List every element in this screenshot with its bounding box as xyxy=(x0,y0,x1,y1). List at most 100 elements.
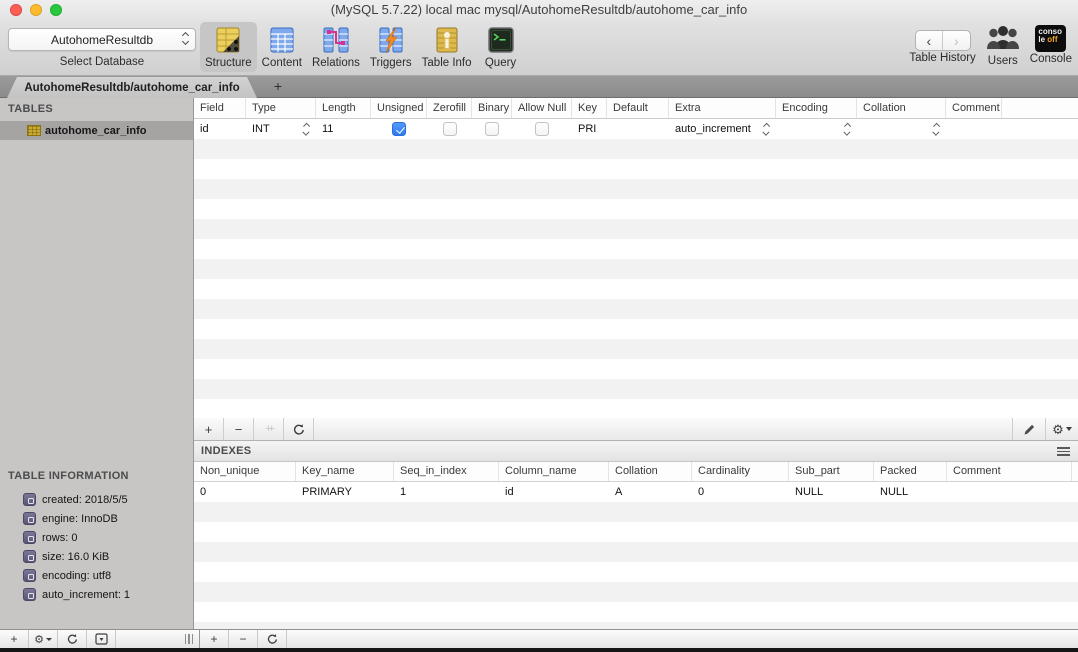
column-header-encoding[interactable]: Encoding xyxy=(776,98,857,118)
minimize-window-button[interactable] xyxy=(30,4,42,16)
sidebar: TABLES autohome_car_info TABLE INFORMATI… xyxy=(0,98,194,629)
field-length-cell[interactable]: 11 xyxy=(316,119,371,139)
allow-null-checkbox[interactable] xyxy=(535,122,549,136)
field-row-id[interactable]: id INT 11 PRI auto_increment xyxy=(194,119,1078,139)
users-button[interactable]: Users xyxy=(986,22,1020,67)
zoom-window-button[interactable] xyxy=(50,4,62,16)
hamburger-icon[interactable] xyxy=(1057,447,1070,458)
column-header-allow-null[interactable]: Allow Null xyxy=(512,98,572,118)
pencil-icon xyxy=(1024,424,1034,434)
unsigned-checkbox[interactable] xyxy=(392,122,406,136)
active-table-tab[interactable]: AutohomeResultdb/autohome_car_info xyxy=(7,77,257,98)
idx-header-key-name[interactable]: Key_name xyxy=(296,462,394,481)
zerofill-checkbox[interactable] xyxy=(442,122,457,136)
idx-packed-cell[interactable]: NULL xyxy=(874,482,947,502)
field-name-cell[interactable]: id xyxy=(194,119,246,139)
stepper-icon[interactable] xyxy=(302,122,309,136)
indexes-rows: 0 PRIMARY 1 id A 0 NULL NULL xyxy=(194,482,1078,629)
row-filler xyxy=(1002,119,1078,139)
field-type-cell[interactable]: INT xyxy=(246,119,316,139)
column-header-extra[interactable]: Extra xyxy=(669,98,776,118)
collation-cell[interactable] xyxy=(857,119,946,139)
close-window-button[interactable] xyxy=(10,4,22,16)
duplicate-field-button[interactable]: ++ xyxy=(254,418,284,440)
tab-table-info[interactable]: Table Info xyxy=(417,22,477,72)
history-forward-button[interactable]: › xyxy=(943,31,970,50)
column-header-collation[interactable]: Collation xyxy=(857,98,946,118)
idx-header-column-name[interactable]: Column_name xyxy=(499,462,609,481)
idx-non-unique-cell[interactable]: 0 xyxy=(194,482,296,502)
key-cell[interactable]: PRI xyxy=(572,119,607,139)
stepper-icon[interactable] xyxy=(762,122,769,136)
idx-key-name-cell[interactable]: PRIMARY xyxy=(296,482,394,502)
column-header-default[interactable]: Default xyxy=(607,98,669,118)
add-tab-button[interactable]: + xyxy=(268,76,288,97)
content-icon xyxy=(266,24,298,56)
idx-header-cardinality[interactable]: Cardinality xyxy=(692,462,789,481)
view-button-label: Content xyxy=(261,57,302,69)
column-header-field[interactable]: Field xyxy=(194,98,246,118)
history-back-button[interactable]: ‹ xyxy=(916,31,944,50)
comment-cell[interactable] xyxy=(946,119,1002,139)
tab-relations[interactable]: Relations xyxy=(307,22,365,72)
gear-icon: ⚙ xyxy=(1052,419,1072,440)
refresh-indexes-button[interactable] xyxy=(258,630,287,648)
encoding-cell[interactable] xyxy=(776,119,857,139)
tab-structure[interactable]: Structure xyxy=(200,22,257,72)
idx-header-collation[interactable]: Collation xyxy=(609,462,692,481)
column-header-key[interactable]: Key xyxy=(572,98,607,118)
view-buttons: Structure Content Relations Triggers Tab… xyxy=(200,22,525,72)
stepper-icon[interactable] xyxy=(932,122,939,136)
users-icon xyxy=(986,22,1020,54)
idx-collation-cell[interactable]: A xyxy=(609,482,692,502)
column-header-comment[interactable]: Comment xyxy=(946,98,1002,118)
column-header-unsigned[interactable]: Unsigned xyxy=(371,98,427,118)
view-button-label: Query xyxy=(484,57,517,69)
column-header-length[interactable]: Length xyxy=(316,98,371,118)
sidebar-resize-handle[interactable] xyxy=(184,634,193,644)
sidebar-item-autohome-car-info[interactable]: autohome_car_info xyxy=(0,121,193,140)
bottom-bar-sidebar: + ⚙ xyxy=(0,630,200,648)
idx-header-packed[interactable]: Packed xyxy=(874,462,947,481)
structure-toolbar: + − ++ ⚙ xyxy=(194,418,1078,441)
view-button-label: Structure xyxy=(205,57,252,69)
refresh-icon xyxy=(67,634,77,644)
console-button[interactable]: conso le off Console xyxy=(1030,22,1072,65)
toggle-console-button[interactable] xyxy=(87,630,116,648)
index-row-primary[interactable]: 0 PRIMARY 1 id A 0 NULL NULL xyxy=(194,482,1078,502)
table-actions-button[interactable]: ⚙ xyxy=(29,630,58,648)
console-panel-icon xyxy=(94,633,108,645)
refresh-fields-button[interactable] xyxy=(284,418,314,440)
column-header-type[interactable]: Type xyxy=(246,98,316,118)
idx-column-name-cell[interactable]: id xyxy=(499,482,609,502)
idx-header-comment[interactable]: Comment xyxy=(947,462,1072,481)
binary-checkbox[interactable] xyxy=(485,122,499,136)
idx-comment-cell[interactable] xyxy=(947,482,1072,502)
database-select[interactable]: AutohomeResultdb xyxy=(8,28,196,51)
field-options-button[interactable]: ⚙ xyxy=(1045,418,1078,440)
add-index-button[interactable]: + xyxy=(200,630,229,648)
default-cell[interactable] xyxy=(607,119,669,139)
tab-triggers[interactable]: Triggers xyxy=(365,22,417,72)
window-title: (MySQL 5.7.22) local mac mysql/AutohomeR… xyxy=(330,2,748,17)
tab-content[interactable]: Content xyxy=(257,22,307,72)
idx-header-non-unique[interactable]: Non_unique xyxy=(194,462,296,481)
main-area: TABLES autohome_car_info TABLE INFORMATI… xyxy=(0,98,1078,629)
column-header-zerofill[interactable]: Zerofill xyxy=(427,98,472,118)
tab-query[interactable]: Query xyxy=(477,22,525,72)
add-table-button[interactable]: + xyxy=(0,630,29,648)
idx-header-sub-part[interactable]: Sub_part xyxy=(789,462,874,481)
extra-cell[interactable]: auto_increment xyxy=(669,119,776,139)
column-header-binary[interactable]: Binary xyxy=(472,98,512,118)
idx-sub-part-cell[interactable]: NULL xyxy=(789,482,874,502)
edit-field-button[interactable] xyxy=(1012,418,1045,440)
remove-index-button[interactable]: − xyxy=(229,630,258,648)
app-window: (MySQL 5.7.22) local mac mysql/AutohomeR… xyxy=(0,0,1078,652)
remove-field-button[interactable]: − xyxy=(224,418,254,440)
refresh-tables-button[interactable] xyxy=(58,630,87,648)
idx-cardinality-cell[interactable]: 0 xyxy=(692,482,789,502)
idx-header-seq-in-index[interactable]: Seq_in_index xyxy=(394,462,499,481)
stepper-icon[interactable] xyxy=(843,122,850,136)
add-field-button[interactable]: + xyxy=(194,418,224,440)
idx-seq-cell[interactable]: 1 xyxy=(394,482,499,502)
